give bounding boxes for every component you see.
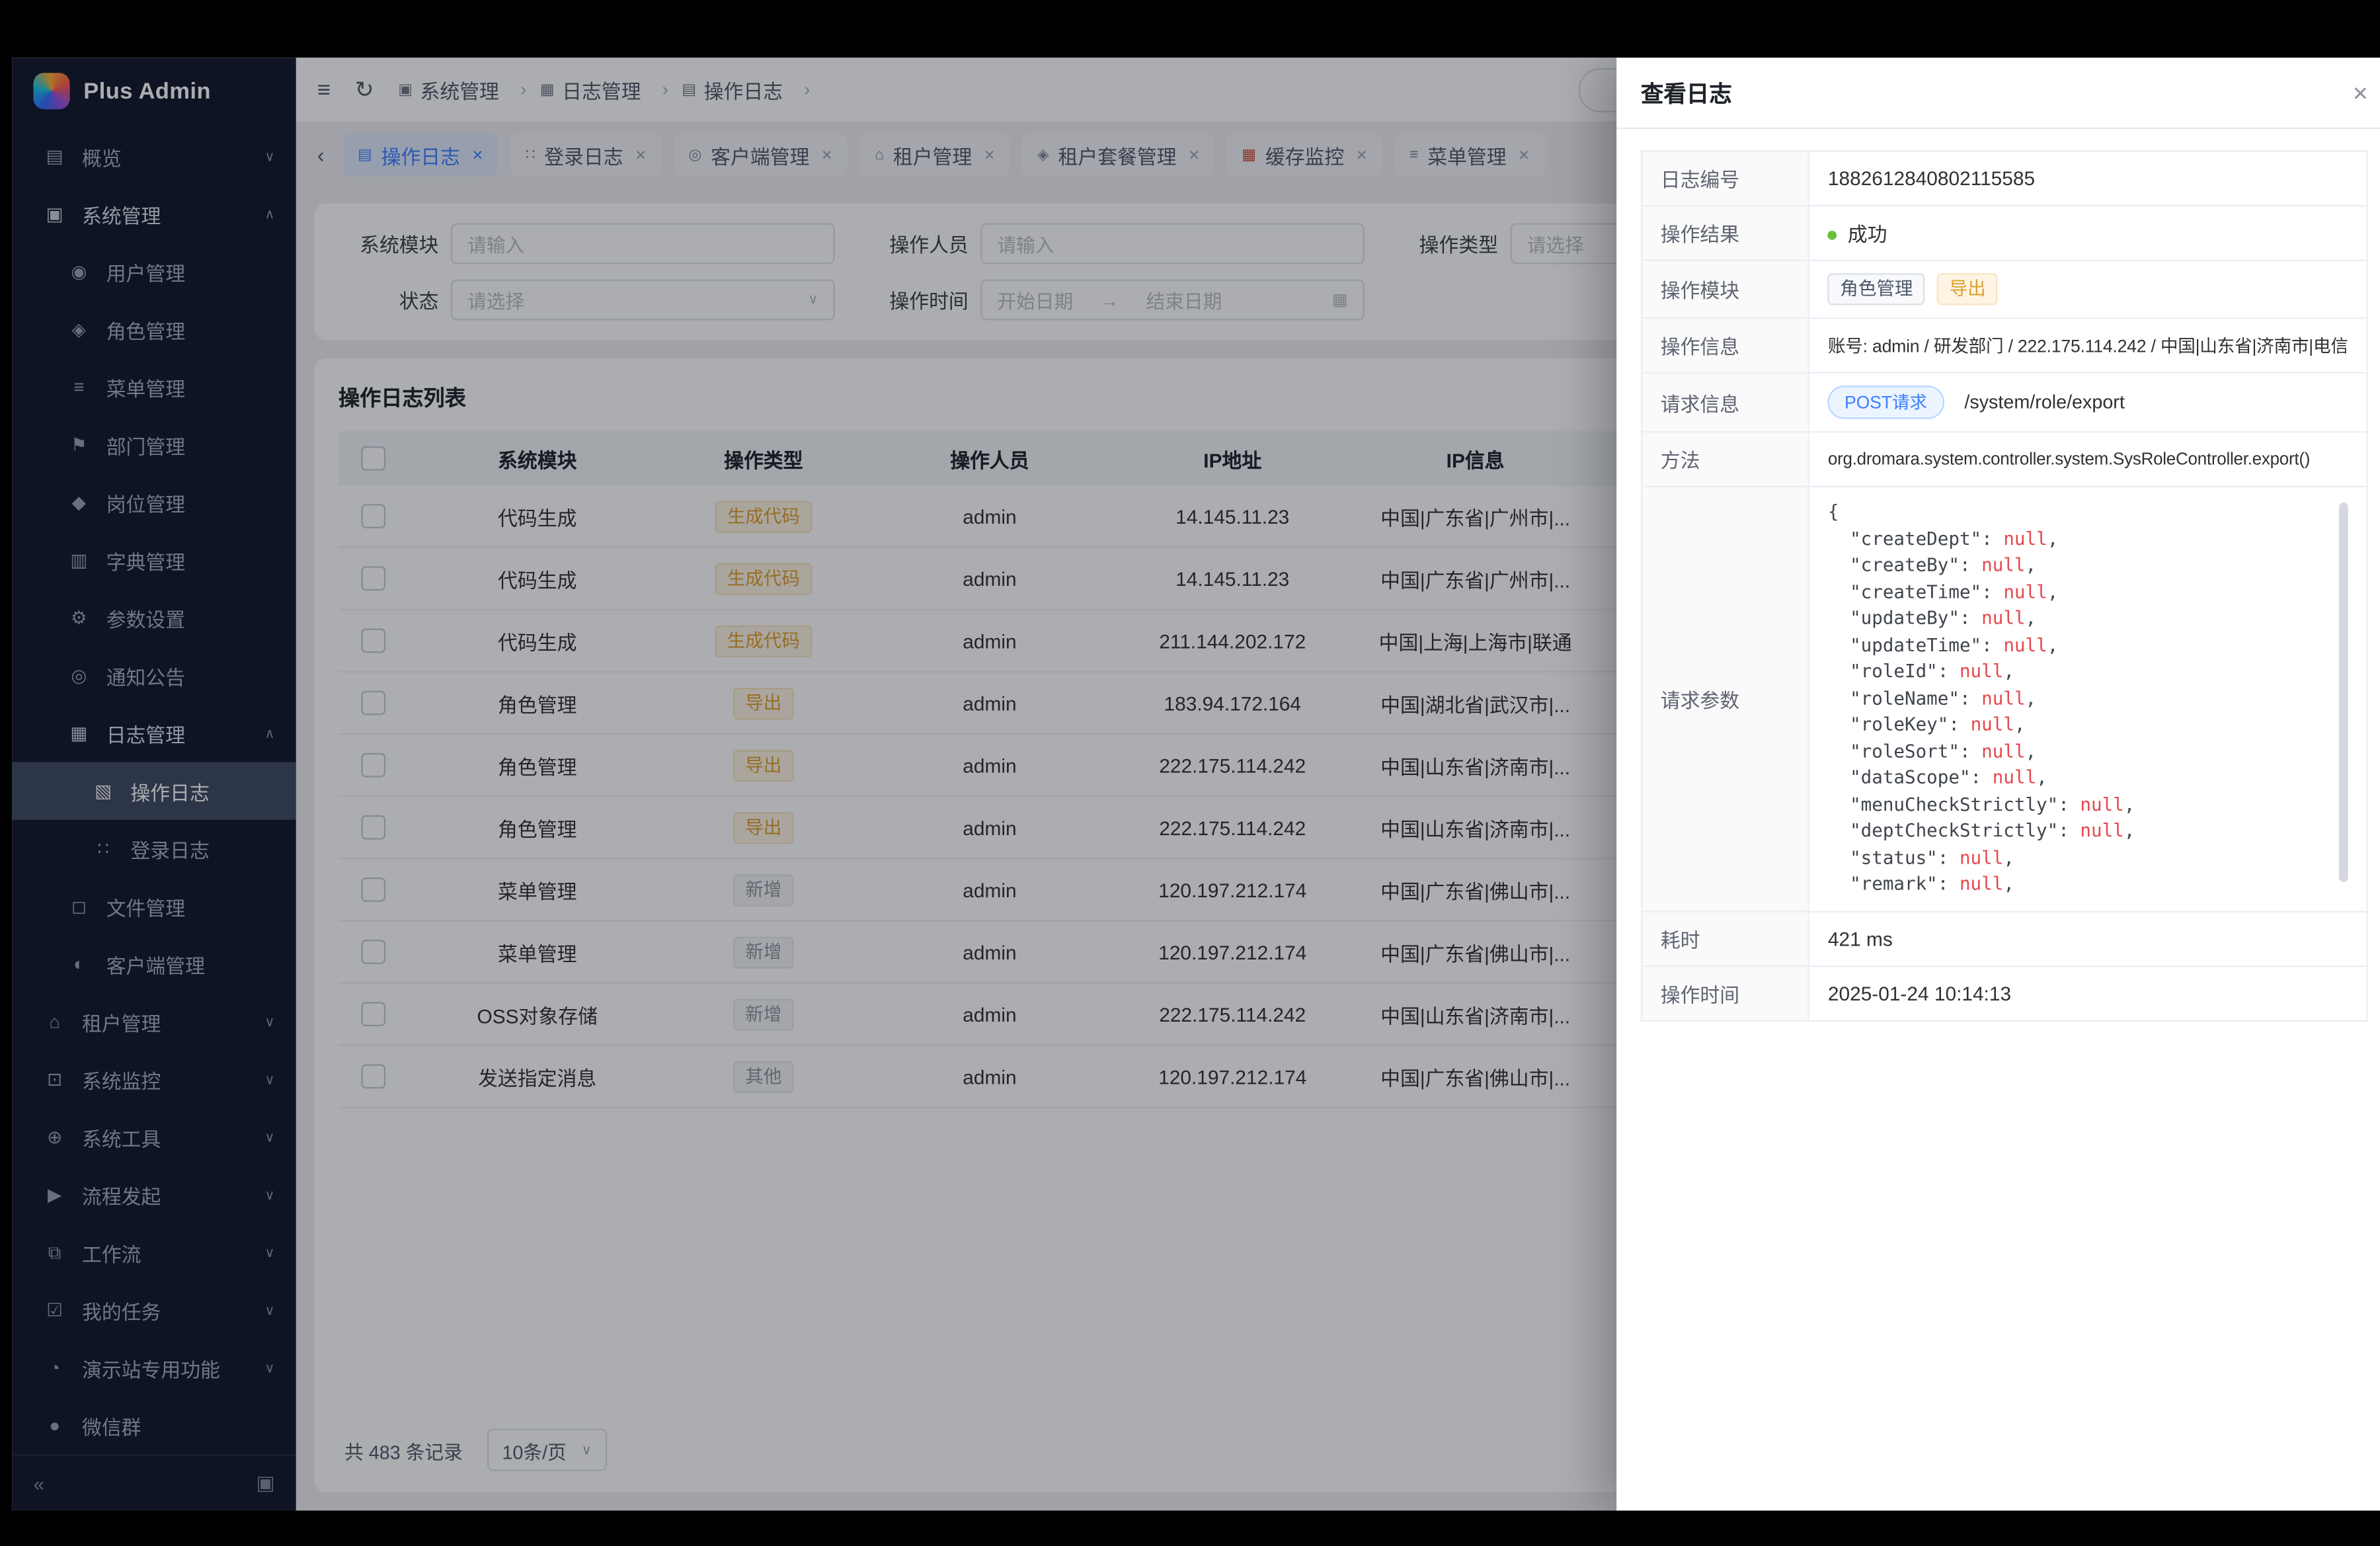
time-row: 操作时间 2025-01-24 10:14:13 xyxy=(1642,966,2367,1021)
result-value: 成功 xyxy=(1809,206,2367,261)
field-label: 操作时间 xyxy=(1642,966,1809,1021)
log-detail-table: 日志编号 1882612840802115585 操作结果 成功 操作模块 角色… xyxy=(1641,150,2368,1022)
params-row: 请求参数 { "createDept": null, "createBy": n… xyxy=(1642,487,2367,912)
scrollbar-thumb[interactable] xyxy=(2339,503,2348,882)
operation-info-value: 账号: admin / 研发部门 / 222.175.114.242 / 中国|… xyxy=(1809,318,2367,373)
field-label: 操作结果 xyxy=(1642,206,1809,261)
drawer-header: 查看日志 × xyxy=(1616,58,2380,129)
field-label: 操作模块 xyxy=(1642,261,1809,318)
post-method-badge: POST请求 xyxy=(1828,386,1944,419)
drawer-body: 日志编号 1882612840802115585 操作结果 成功 操作模块 角色… xyxy=(1616,129,2380,1043)
request-params-cell: { "createDept": null, "createBy": null, … xyxy=(1809,487,2367,912)
log-id-value: 1882612840802115585 xyxy=(1809,151,2367,206)
log-detail-drawer: 查看日志 × 日志编号 1882612840802115585 操作结果 成功 xyxy=(1616,58,2380,1510)
field-label: 日志编号 xyxy=(1642,151,1809,206)
request-info-value: POST请求 /system/role/export xyxy=(1809,373,2367,432)
close-icon[interactable]: × xyxy=(2353,80,2368,106)
info-row: 操作信息 账号: admin / 研发部门 / 222.175.114.242 … xyxy=(1642,318,2367,373)
field-label: 方法 xyxy=(1642,432,1809,487)
screen: Plus Admin ▤ 概览 ∨ ▣ 系统管理 ∧ ◉ 用户管理 xyxy=(0,0,2380,1546)
field-label: 耗时 xyxy=(1642,912,1809,967)
app-window: Plus Admin ▤ 概览 ∨ ▣ 系统管理 ∧ ◉ 用户管理 xyxy=(12,58,2380,1510)
request-params-json[interactable]: { "createDept": null, "createBy": null, … xyxy=(1828,499,2348,899)
json-code-block: { "createDept": null, "createBy": null, … xyxy=(1828,499,2348,898)
method-value: org.dromara.system.controller.system.Sys… xyxy=(1809,432,2367,487)
operation-time-value: 2025-01-24 10:14:13 xyxy=(1809,966,2367,1021)
drawer-title: 查看日志 xyxy=(1641,77,1732,108)
module-tag: 角色管理 xyxy=(1828,273,1925,305)
duration-row: 耗时 421 ms xyxy=(1642,912,2367,967)
duration-value: 421 ms xyxy=(1809,912,2367,967)
request-row: 请求信息 POST请求 /system/role/export xyxy=(1642,373,2367,432)
method-row: 方法 org.dromara.system.controller.system.… xyxy=(1642,432,2367,487)
module-row: 操作模块 角色管理导出 xyxy=(1642,261,2367,318)
module-tags: 角色管理导出 xyxy=(1809,261,2367,318)
field-label: 操作信息 xyxy=(1642,318,1809,373)
result-row: 操作结果 成功 xyxy=(1642,206,2367,261)
request-path: /system/role/export xyxy=(1964,391,2124,413)
field-label: 请求参数 xyxy=(1642,487,1809,912)
module-tag: 导出 xyxy=(1937,273,1998,305)
success-status-dot xyxy=(1828,231,1837,240)
field-label: 请求信息 xyxy=(1642,373,1809,432)
log-id-row: 日志编号 1882612840802115585 xyxy=(1642,151,2367,206)
